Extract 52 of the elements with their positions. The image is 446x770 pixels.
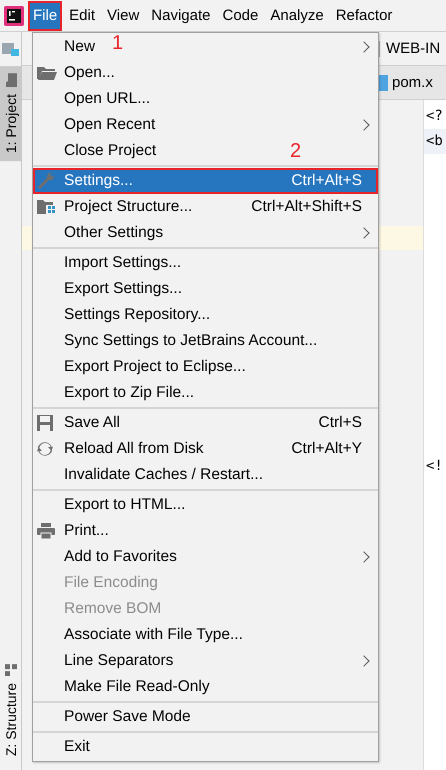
menu-item[interactable]: Exit	[64, 738, 90, 756]
menu-item[interactable]: View	[102, 0, 144, 30]
app-logo-icon	[4, 6, 24, 26]
menu-item[interactable]: Add to Favorites	[64, 548, 177, 566]
menu-item[interactable]: Export Settings...	[64, 280, 182, 298]
menu-item[interactable]: New	[64, 38, 96, 56]
menu-item[interactable]: Import Settings...	[64, 254, 182, 272]
menu-item[interactable]: Analyze	[265, 0, 329, 30]
menu-item[interactable]: Close Project	[64, 142, 156, 160]
menu-item[interactable]: Export Project to Eclipse...	[64, 358, 246, 376]
menu-item[interactable]: Project Structure...	[64, 198, 192, 216]
menu-item[interactable]: Navigate	[146, 0, 216, 30]
annotation-number: 1	[112, 33, 124, 53]
code-line: <?	[425, 107, 444, 126]
structure-icon	[4, 662, 16, 676]
menu-item[interactable]: Settings Repository...	[64, 306, 210, 324]
menu-item[interactable]: Settings... Ctrl+Alt+S	[33, 168, 378, 194]
annotation-number: 2	[290, 141, 302, 161]
menu-item[interactable]: Code	[217, 0, 264, 30]
shortcut-label: Ctrl+S	[318, 414, 362, 432]
menu-item[interactable]: Other Settings	[64, 224, 164, 242]
menu-item[interactable]: Open Recent	[64, 116, 156, 134]
menu-item[interactable]: Make File Read-Only	[64, 678, 210, 696]
folder-grid-icon	[37, 199, 57, 215]
menu-item[interactable]: Print...	[64, 522, 109, 540]
menu-item[interactable]: Reload All from Disk	[64, 440, 204, 458]
menu-item[interactable]: Invalidate Caches / Restart...	[64, 466, 264, 484]
menu-item[interactable]: Associate with File Type...	[64, 626, 243, 644]
menu-item[interactable]: File	[28, 0, 62, 30]
menu-item[interactable]: Save All	[64, 414, 120, 432]
menu-item[interactable]: Open URL...	[64, 90, 150, 108]
refresh-icon	[37, 441, 53, 457]
tool-window-tab[interactable]: 1: Project	[0, 66, 22, 162]
menu-item[interactable]: Line Separators	[64, 652, 174, 670]
shortcut-label: Ctrl+Alt+Shift+S	[251, 198, 362, 216]
printer-icon	[37, 523, 55, 539]
menu-item[interactable]: Export to HTML...	[64, 496, 186, 514]
menu-item[interactable]: Refactor	[330, 0, 398, 30]
menu-item[interactable]: Edit	[64, 0, 100, 30]
wrench-icon	[37, 172, 55, 190]
menu-item[interactable]: Power Save Mode	[64, 708, 191, 726]
breadcrumb[interactable]: WEB-IN	[386, 40, 440, 57]
shortcut-label: Ctrl+Alt+Y	[291, 440, 362, 458]
shortcut-label: Ctrl+Alt+S	[291, 172, 362, 190]
save-icon	[37, 415, 53, 431]
menu-item[interactable]: Sync Settings to JetBrains Account...	[64, 332, 318, 350]
menu-item[interactable]: Export to Zip File...	[64, 384, 194, 402]
editor-tab[interactable]: pom.x	[392, 74, 433, 91]
menu-item[interactable]: Open...	[64, 64, 115, 82]
tool-window-tab[interactable]: Z: Structure	[0, 654, 22, 764]
code-line: <!	[425, 457, 444, 476]
file-icon	[378, 74, 388, 90]
